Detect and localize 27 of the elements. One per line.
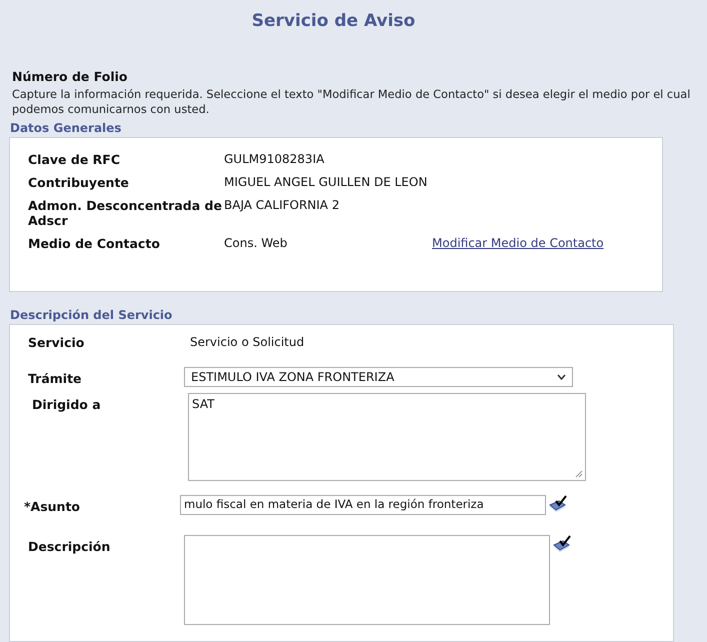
section-heading: Datos Generales: [10, 121, 122, 135]
page-title: Servicio de Aviso: [250, 11, 416, 31]
section-heading: Descripción del Servicio: [10, 308, 174, 322]
modify-contact-link[interactable]: Modificar Medio de Contacto: [432, 236, 662, 250]
field-label: Descripción: [28, 538, 112, 554]
field-label: Medio de Contacto: [28, 236, 161, 251]
field-value: GULM9108283IA: [224, 152, 326, 167]
field-label: Trámite: [28, 370, 83, 386]
folio-label: Número de Folio: [12, 69, 129, 84]
field-label: Servicio: [28, 335, 86, 350]
tramite-select[interactable]: ESTIMULO IVA ZONA FRONTERIZA: [184, 367, 573, 387]
input-field[interactable]: mulo fiscal en materia de IVA en la región fronteriza: [180, 495, 546, 515]
field-label: *Asunto: [24, 498, 82, 514]
instructions-text: Capture la información requerida. Seleccione el texto "Modificar Medio de Contacto" si desea elegir el medio por el cual podemos comunicarnos con usted.: [12, 87, 692, 117]
field-value: BAJA CALIFORNIA 2: [224, 198, 340, 213]
field-label: Clave de RFC: [28, 152, 121, 167]
spell-check-icon[interactable]: [552, 535, 572, 553]
field-label: Dirigido a: [32, 396, 102, 412]
field-value: Cons. Web: [224, 236, 288, 251]
spell-check-icon[interactable]: [548, 495, 568, 513]
field-value: MIGUEL ANGEL GUILLEN DE LEON: [224, 175, 428, 190]
text-area[interactable]: SAT: [188, 393, 586, 481]
field-value: Servicio o Solicitud: [190, 335, 306, 350]
resize-grip-icon: [575, 470, 583, 478]
field-label: Admon. Desconcentrada de Adscr: [28, 198, 223, 228]
caret-icon: [557, 374, 566, 380]
field-label: Contribuyente: [28, 175, 130, 190]
